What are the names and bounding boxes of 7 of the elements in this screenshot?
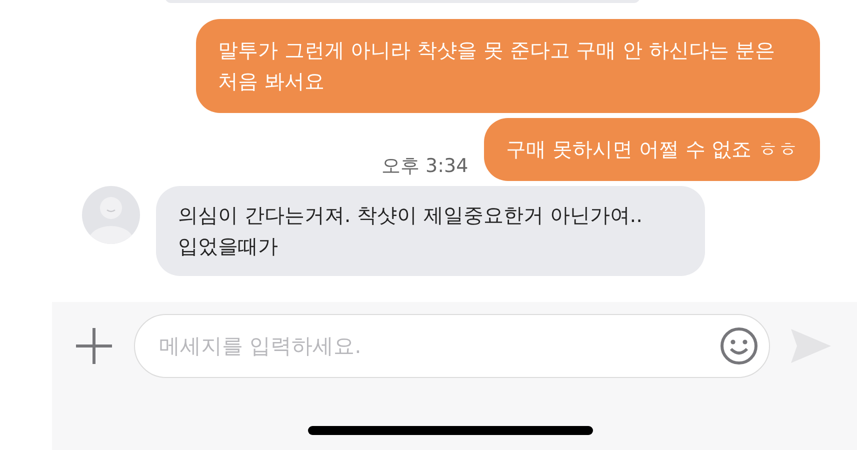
add-icon[interactable]: [74, 326, 114, 366]
message-time: 오후 3:34: [381, 154, 468, 179]
smiley-icon[interactable]: [719, 326, 759, 366]
message-bubble: 구매 못하시면 어쩔 수 없죠 ㅎㅎ: [484, 118, 820, 181]
message-bubble: 의심이 간다는거져. 착샷이 제일중요한거 아닌가여.. 입었을때가: [156, 186, 705, 276]
message-bubble: 말투가 그런게 아니라 착샷을 못 준다고 구매 안 하신다는 분은 처음 봐서요: [196, 19, 820, 113]
message-input-field[interactable]: 메세지를 입력하세요.: [134, 314, 770, 378]
